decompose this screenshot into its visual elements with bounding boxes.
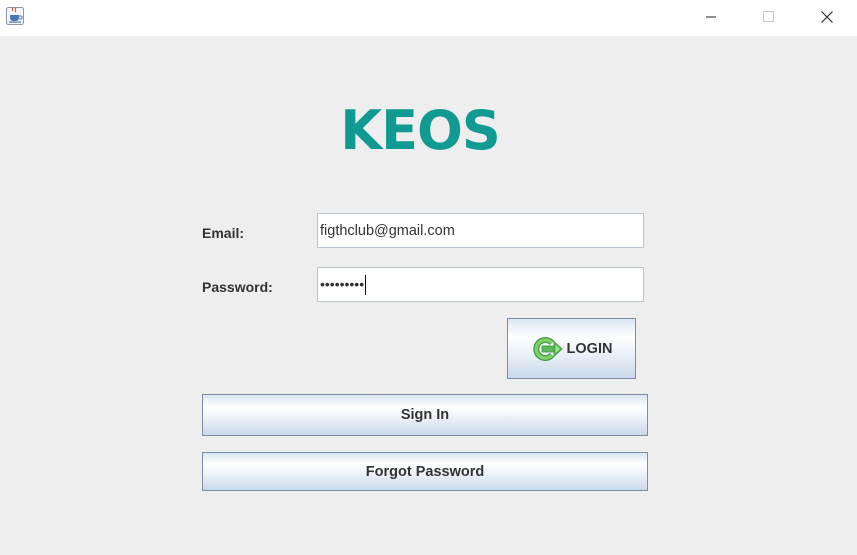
password-label: Password: [202, 279, 273, 295]
password-field[interactable]: ••••••••• [317, 267, 644, 302]
login-button-label: LOGIN [566, 340, 613, 357]
title-bar[interactable] [0, 0, 857, 36]
text-caret [365, 274, 367, 295]
login-arrow-icon [532, 336, 563, 361]
close-button[interactable] [798, 0, 856, 34]
minimize-button[interactable] [682, 0, 740, 34]
login-panel: KEOS Email: figthclub@gmail.com Password… [0, 36, 857, 555]
email-label: Email: [202, 225, 245, 241]
java-coffee-cup-icon[interactable] [6, 7, 24, 25]
forgot-password-button-label: Forgot Password [365, 463, 485, 480]
maximize-button[interactable] [740, 0, 798, 34]
forgot-password-button[interactable]: Forgot Password [202, 452, 648, 491]
email-value: figthclub@gmail.com [320, 222, 455, 239]
login-window: KEOS Email: figthclub@gmail.com Password… [0, 0, 857, 555]
close-icon [821, 11, 833, 23]
email-field[interactable]: figthclub@gmail.com [317, 213, 644, 248]
minimize-icon [706, 16, 716, 18]
sign-in-button-label: Sign In [400, 407, 450, 423]
login-button[interactable]: LOGIN [507, 318, 636, 379]
app-logo: KEOS [340, 99, 501, 162]
maximize-icon [763, 11, 774, 22]
sign-in-button[interactable]: Sign In [202, 394, 648, 436]
password-value: ••••••••• [320, 275, 365, 292]
